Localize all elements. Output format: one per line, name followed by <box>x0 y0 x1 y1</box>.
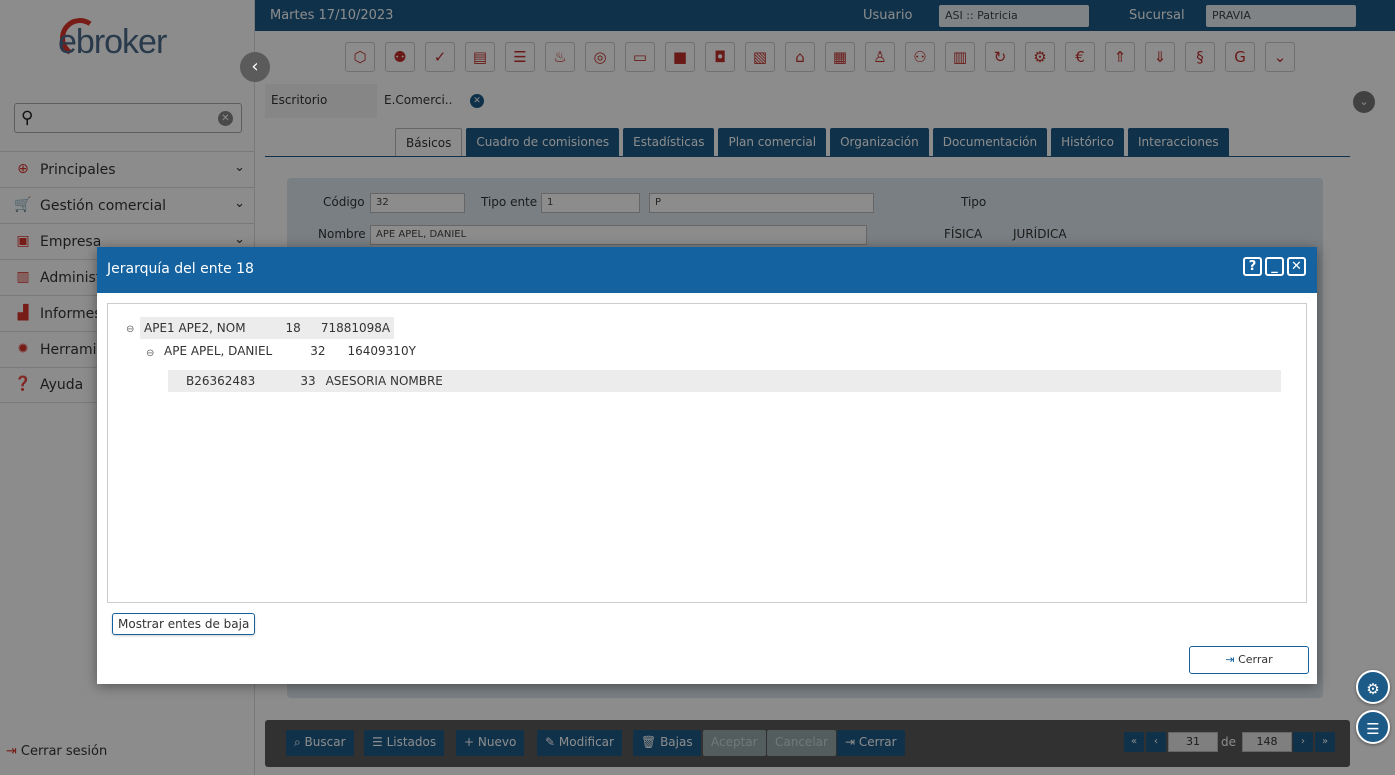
minimize-icon[interactable]: _ <box>1265 257 1284 276</box>
tasks-fab-icon[interactable]: ☰ <box>1356 710 1390 744</box>
tree-node-child[interactable]: APE APEL, DANIEL 32 16409310Y <box>164 340 416 362</box>
tree-node-leaf[interactable]: B26362483 33 ASESORIA NOMBRE <box>168 370 1281 392</box>
hierarchy-tree: ⊖ APE1 APE2, NOM 18 71881098A ⊖ APE APEL, … <box>107 303 1307 603</box>
node-doc: 16409310Y <box>347 344 416 358</box>
collapse-node-icon[interactable]: ⊖ <box>126 324 134 335</box>
node-name: APE APEL, DANIEL <box>164 344 273 358</box>
logout-icon: ⇥ <box>1225 653 1235 666</box>
tree-node-root[interactable]: APE1 APE2, NOM 18 71881098A <box>140 317 395 339</box>
hierarchy-dialog: Jerarquía del ente 18 ? _ ✕ ⊖ APE1 APE2,… <box>97 247 1317 684</box>
node-id: 33 <box>300 374 316 388</box>
collapse-sidebar-button[interactable]: ‹ <box>240 52 270 82</box>
node-id: 32 <box>310 344 326 358</box>
close-icon[interactable]: ✕ <box>1287 257 1306 276</box>
dialog-header: Jerarquía del ente 18 ? _ ✕ <box>97 247 1317 293</box>
node-name: APE1 APE2, NOM <box>144 321 246 335</box>
node-name: B26362483 <box>186 374 256 388</box>
node-doc: ASESORIA NOMBRE <box>325 374 443 388</box>
settings-fab-icon[interactable]: ⚙ <box>1356 670 1390 704</box>
collapse-node-icon[interactable]: ⊖ <box>146 348 154 359</box>
dialog-close-button[interactable]: ⇥ Cerrar <box>1189 646 1309 674</box>
dialog-title: Jerarquía del ente 18 <box>107 261 254 277</box>
close-label: Cerrar <box>1238 653 1273 666</box>
node-id: 18 <box>285 321 301 335</box>
help-icon[interactable]: ? <box>1243 257 1262 276</box>
node-doc: 71881098A <box>320 321 391 335</box>
show-inactive-button[interactable]: Mostrar entes de baja <box>112 613 256 635</box>
